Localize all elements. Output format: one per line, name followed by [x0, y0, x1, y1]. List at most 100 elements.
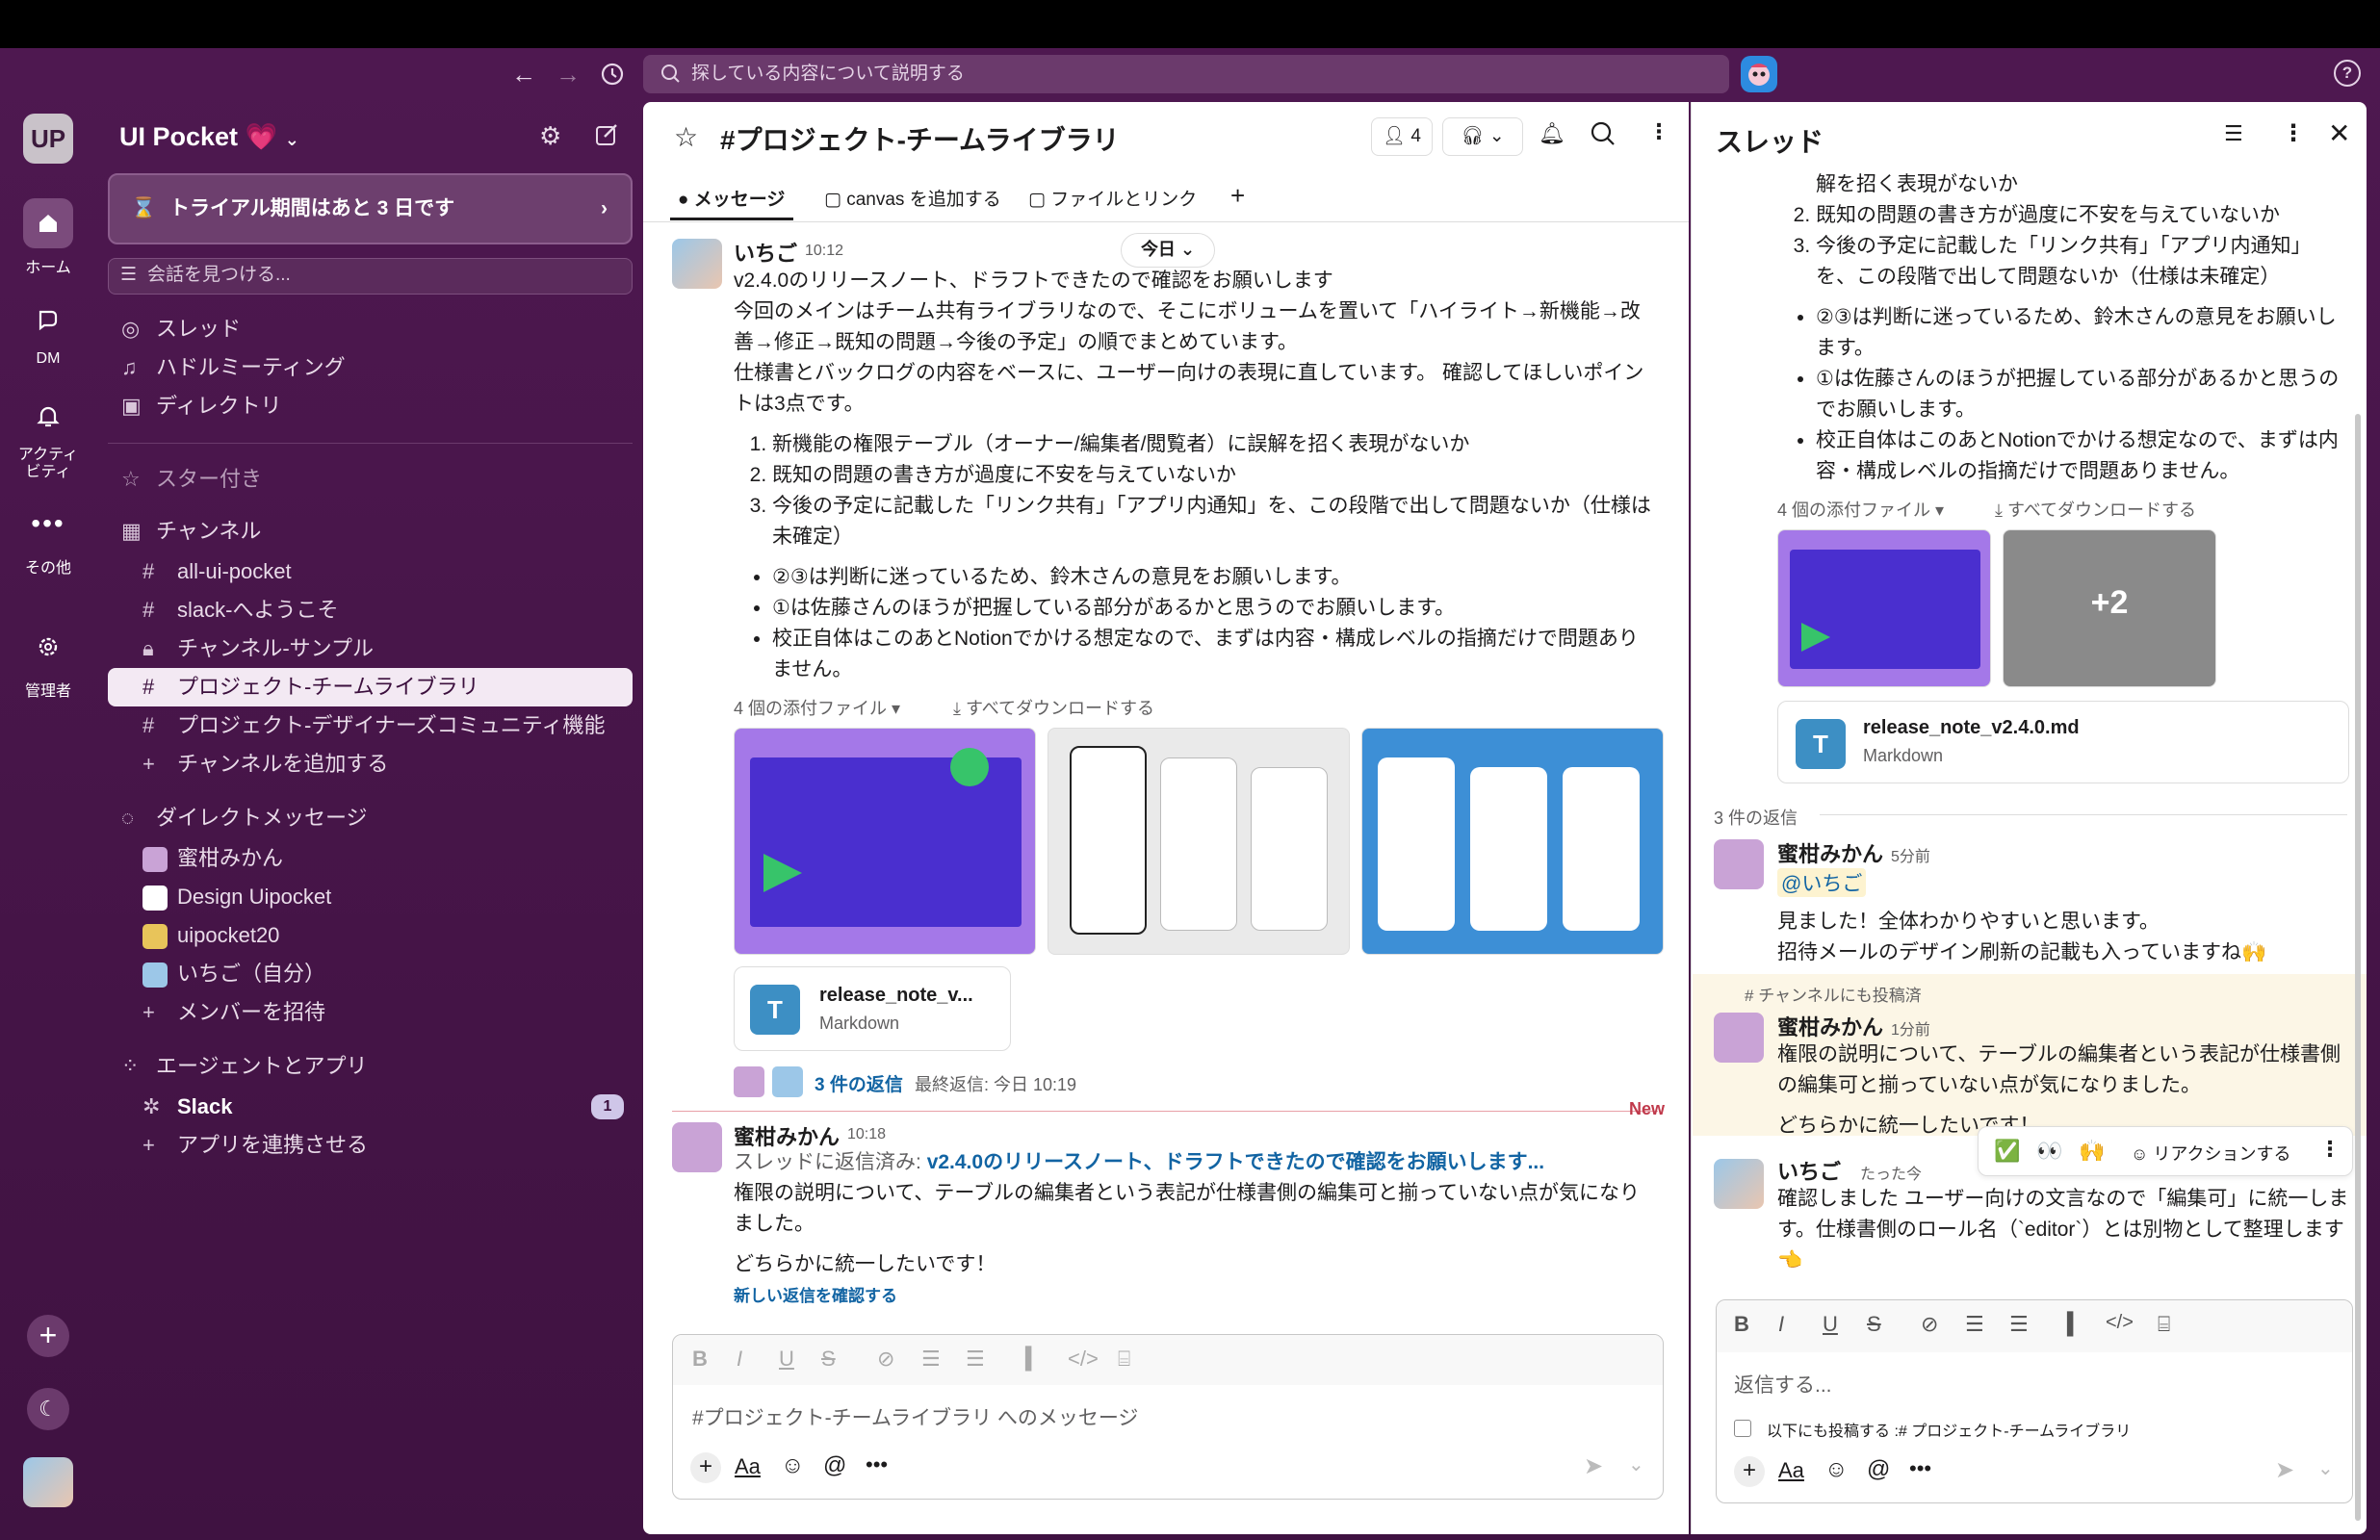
bold-icon[interactable]: B	[1734, 1312, 1749, 1337]
format-aa-icon[interactable]: Aa	[735, 1454, 761, 1479]
back-arrow-icon[interactable]: ←	[504, 55, 543, 93]
search-input[interactable]: 探している内容について説明する	[643, 55, 1729, 93]
ordered-list-icon[interactable]: ☰	[1965, 1312, 1984, 1337]
connect-app-button[interactable]: + アプリを連携させる	[108, 1126, 633, 1165]
attachments-toggle[interactable]: 4 個の添付ファイル ▾	[734, 695, 900, 720]
reaction-eyes[interactable]: 👀	[2036, 1139, 2062, 1164]
attachment-image[interactable]	[734, 728, 1036, 955]
reply-input[interactable]: 返信する...	[1734, 1370, 1832, 1399]
sidebar-dm-header[interactable]: ◌ ダイレクトメッセージ	[108, 799, 633, 837]
message-time[interactable]: たった今	[1860, 1161, 1922, 1184]
message-time[interactable]: 10:12	[805, 243, 843, 260]
sidebar-channels-header[interactable]: ▦ チャンネル	[108, 512, 633, 551]
dark-mode-moon-icon[interactable]: ☾	[27, 1388, 69, 1430]
bullet-list-icon[interactable]: ☰	[966, 1347, 985, 1372]
ordered-list-icon[interactable]: ☰	[921, 1347, 941, 1372]
message-time[interactable]: 10:18	[847, 1126, 886, 1143]
avatar[interactable]	[1714, 1013, 1764, 1063]
invite-members-button[interactable]: + メンバーを招待	[108, 993, 633, 1032]
message-author[interactable]: 蜜柑みかん	[1777, 837, 1883, 868]
sidebar-item-app-slack[interactable]: ✲ Slack	[108, 1088, 633, 1126]
workspace-name[interactable]: UI Pocket 💗 ⌄	[119, 121, 299, 152]
rail-activity[interactable]: アクティビティ	[0, 391, 96, 481]
also-post-checkbox[interactable]	[1734, 1420, 1751, 1437]
close-icon[interactable]: ✕	[2328, 117, 2350, 149]
ai-assistant-icon[interactable]	[1741, 56, 1777, 92]
chevron-down-icon[interactable]: ⌄	[1628, 1452, 1644, 1476]
sidebar-item-directory[interactable]: ▣ ディレクトリ	[108, 387, 633, 425]
sidebar-apps-header[interactable]: ⁘ エージェントとアプリ	[108, 1047, 633, 1086]
more-vertical-icon[interactable]: ⋮	[2319, 1137, 2341, 1162]
add-tab-plus-icon[interactable]: +	[1230, 181, 1245, 211]
members-button[interactable]: 👤︎ 4	[1371, 117, 1433, 156]
more-horizontal-icon[interactable]: •••	[1909, 1456, 1931, 1481]
trial-banner[interactable]: ⌛ トライアル期間はあと 3 日です ›	[108, 173, 633, 244]
thread-list-icon[interactable]: ☰	[2224, 121, 2243, 146]
blockquote-icon[interactable]: ▍	[1025, 1347, 1042, 1372]
star-channel-icon[interactable]: ☆	[674, 121, 698, 153]
attachment-image[interactable]	[1361, 728, 1664, 955]
message-author[interactable]: いちご	[734, 237, 797, 268]
sidebar-starred-header[interactable]: ☆ スター付き	[108, 460, 633, 499]
replies-link[interactable]: 3 件の返信	[815, 1070, 903, 1096]
attach-plus-icon[interactable]: +	[690, 1452, 721, 1483]
reaction-check[interactable]: ✅	[1994, 1139, 2020, 1164]
file-attachment[interactable]: T release_note_v2.4.0.md Markdown	[1777, 701, 2349, 783]
attachment-image[interactable]	[1048, 728, 1350, 955]
download-all-button[interactable]: ⤓ すべてダウンロードする	[953, 695, 1154, 720]
sidebar-item-channel[interactable]: # slack-へようこそ	[108, 591, 633, 629]
more-horizontal-icon[interactable]: •••	[866, 1452, 888, 1477]
message-author[interactable]: 蜜柑みかん	[1777, 1011, 1883, 1041]
bullet-list-icon[interactable]: ☰	[2009, 1312, 2029, 1337]
huddle-button[interactable]: 🎧︎ ⌄	[1442, 117, 1523, 156]
add-channel-button[interactable]: + チャンネルを追加する	[108, 745, 633, 783]
sidebar-item-channel[interactable]: 🔒︎ チャンネル-サンプル	[108, 629, 633, 668]
notification-bell-icon[interactable]: 🔔︎	[1539, 121, 1565, 146]
send-icon[interactable]: ➤	[2275, 1456, 2294, 1484]
underline-icon[interactable]: U	[779, 1347, 794, 1372]
italic-icon[interactable]: I	[1778, 1312, 1784, 1337]
sidebar-item-channel-active[interactable]: # プロジェクト-チームライブラリ	[108, 668, 633, 706]
find-conversation-input[interactable]: ☰ 会話を見つける...	[108, 258, 633, 295]
sidebar-item-dm[interactable]: Design Uipocket	[108, 878, 633, 916]
more-vertical-icon[interactable]: ⋮	[2282, 119, 2305, 147]
sidebar-item-dm[interactable]: いちご（自分）	[108, 955, 633, 993]
download-all-button[interactable]: ⤓ すべてダウンロードする	[1995, 497, 2196, 522]
send-icon[interactable]: ➤	[1584, 1452, 1603, 1480]
more-vertical-icon[interactable]: ⋮	[1648, 119, 1669, 144]
avatar[interactable]	[672, 239, 722, 289]
search-channel-icon[interactable]	[1589, 119, 1617, 153]
user-avatar[interactable]	[23, 1457, 73, 1507]
link-icon[interactable]: ⊘	[1921, 1312, 1938, 1337]
message-author[interactable]: いちご	[1777, 1155, 1841, 1186]
link-icon[interactable]: ⊘	[877, 1347, 894, 1372]
emoji-icon[interactable]: ☺	[1824, 1456, 1849, 1483]
help-icon[interactable]: ?	[2334, 60, 2361, 87]
message-time[interactable]: 1分前	[1891, 1016, 1930, 1040]
new-replies-link[interactable]: 新しい返信を確認する	[734, 1282, 897, 1306]
compose-icon[interactable]	[593, 121, 620, 153]
tab-messages[interactable]: ● メッセージ	[678, 185, 785, 211]
rail-more[interactable]: ••• その他	[0, 499, 96, 578]
attachments-toggle[interactable]: 4 個の添付ファイル ▾	[1777, 497, 1944, 522]
avatar[interactable]	[1714, 839, 1764, 889]
sidebar-item-threads[interactable]: ◎ スレッド	[108, 310, 633, 348]
blockquote-icon[interactable]: ▍	[2067, 1312, 2083, 1337]
bold-icon[interactable]: B	[692, 1347, 708, 1372]
mention-icon[interactable]: @	[823, 1452, 846, 1479]
tab-canvas[interactable]: ▢ canvas を追加する	[824, 185, 1001, 211]
rail-admin[interactable]: 管理者	[0, 622, 96, 701]
mention-tag[interactable]: @いちご	[1777, 868, 1867, 897]
message-time[interactable]: 5分前	[1891, 843, 1930, 866]
italic-icon[interactable]: I	[737, 1347, 742, 1372]
sidebar-item-dm[interactable]: 蜜柑みかん	[108, 839, 633, 878]
thread-scrollbar[interactable]	[2355, 414, 2361, 1521]
file-attachment[interactable]: T release_note_v... Markdown	[734, 966, 1011, 1051]
format-aa-icon[interactable]: Aa	[1778, 1458, 1804, 1483]
strikethrough-icon[interactable]: S	[821, 1347, 836, 1372]
avatar[interactable]	[1714, 1159, 1764, 1209]
sidebar-item-channel[interactable]: # all-ui-pocket	[108, 552, 633, 591]
underline-icon[interactable]: U	[1823, 1312, 1838, 1337]
sidebar-item-huddles[interactable]: ♫ ハドルミーティング	[108, 348, 633, 387]
code-block-icon[interactable]: ⌸	[1118, 1347, 1130, 1372]
